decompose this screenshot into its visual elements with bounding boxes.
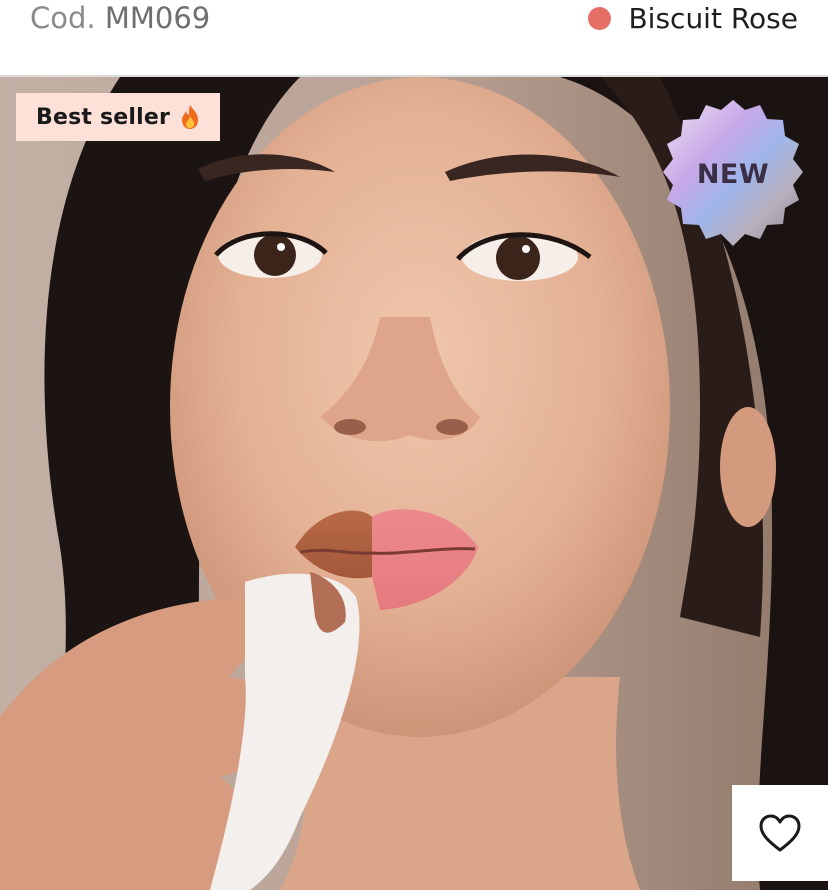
shade-selector[interactable]: Biscuit Rose	[588, 0, 798, 36]
product-code: Cod. MM069	[30, 0, 210, 36]
shade-name: Biscuit Rose	[628, 1, 798, 35]
product-header: Cod. MM069 Biscuit Rose	[0, 0, 828, 76]
best-seller-label: Best seller	[36, 104, 171, 130]
new-badge: NEW	[655, 96, 811, 252]
product-code-value: MM069	[104, 1, 211, 35]
new-label: NEW	[696, 158, 770, 190]
product-gallery-page: Cod. MM069 Biscuit Rose Best seller NEW	[0, 0, 828, 890]
shade-swatch	[588, 6, 612, 30]
heart-outline-icon	[759, 814, 801, 852]
fire-icon	[182, 105, 199, 129]
wishlist-button[interactable]	[732, 785, 828, 881]
best-seller-badge: Best seller	[16, 93, 221, 141]
product-code-prefix: Cod.	[30, 1, 96, 35]
